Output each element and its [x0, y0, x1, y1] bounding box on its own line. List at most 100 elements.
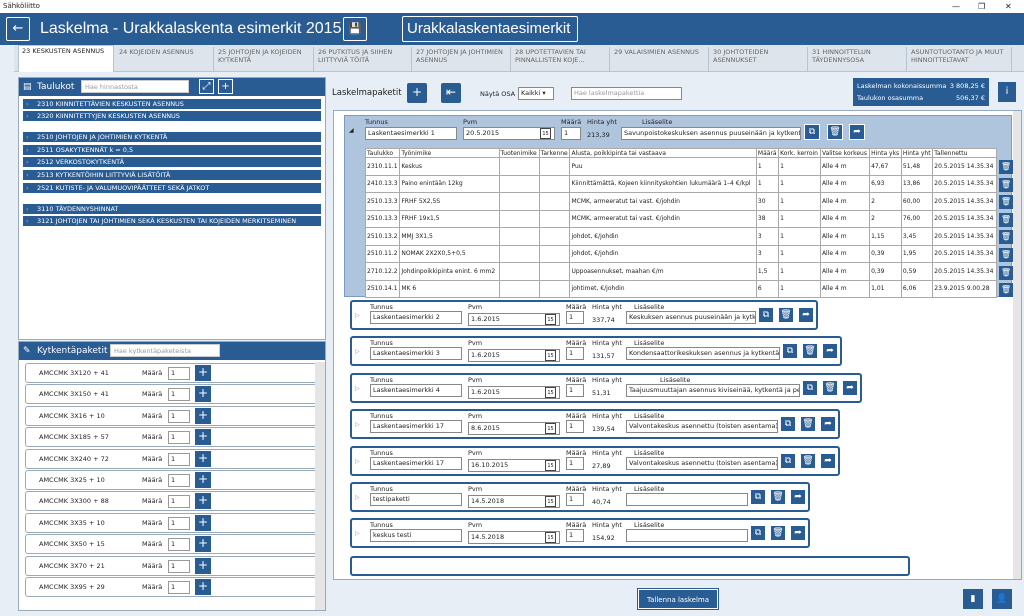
table-cell[interactable] — [538, 227, 571, 246]
table-cell[interactable] — [538, 279, 571, 298]
add-kit-icon[interactable]: + — [195, 579, 211, 595]
tab-30[interactable]: 30 JOHTOTEIDEN ASENNUKSET — [710, 47, 808, 71]
lisaselite-input[interactable]: Kondensaattorikeskuksen asennus ja kytke… — [626, 347, 780, 360]
add-kit-icon[interactable]: + — [195, 429, 211, 446]
tree-item-3110[interactable]: › 3110 TÄYDENNYSHINNAT — [23, 204, 321, 214]
add-taulukko-button[interactable]: + — [218, 79, 233, 94]
add-package-button[interactable]: + — [407, 83, 427, 103]
add-kit-icon[interactable]: + — [195, 472, 211, 488]
delete-icon[interactable]: 🗑 — [800, 453, 816, 469]
row-delete-icon[interactable]: 🗑 — [999, 265, 1013, 280]
table-cell[interactable]: 1 — [778, 262, 821, 281]
lisaselite-input[interactable] — [626, 493, 748, 506]
kit-qty-input[interactable]: 1 — [168, 516, 190, 530]
kit-row[interactable]: AMCCMK 3X240 + 72 Määrä 1 + — [25, 448, 317, 469]
table-cell[interactable] — [538, 262, 571, 281]
kit-qty-input[interactable]: 1 — [168, 559, 190, 573]
tree-item-2510[interactable]: › 2510 JOHTOJEN JA JOHTIMIEN KYTKENTÄ — [23, 132, 321, 142]
table-cell[interactable]: Alle 4 m — [819, 192, 871, 211]
kit-qty-input[interactable]: 1 — [168, 495, 190, 509]
collapse-arrow-icon[interactable]: ◢ — [349, 126, 354, 136]
table-cell[interactable]: 1 — [755, 157, 780, 176]
table-cell[interactable]: MMJ 3X1,5 — [399, 227, 500, 246]
expand-arrow-icon[interactable]: ▷ — [355, 348, 360, 355]
kit-row[interactable]: AMCCMK 3X150 + 41 Määrä 1 + — [25, 384, 317, 405]
row-delete-icon[interactable]: 🗑 — [999, 230, 1013, 245]
save-calculation-button[interactable]: Tallenna laskelma — [637, 588, 719, 610]
expand-arrow-icon[interactable]: ▷ — [355, 421, 360, 428]
expand-icon[interactable]: ⤢ — [199, 79, 214, 94]
table-cell[interactable]: 1 — [778, 209, 821, 228]
table-cell[interactable] — [538, 209, 571, 228]
delete-icon[interactable]: 🗑 — [802, 343, 818, 359]
table-cell[interactable] — [538, 192, 571, 211]
add-kit-icon[interactable]: + — [195, 493, 211, 510]
table-cell[interactable]: Alle 4 m — [819, 209, 871, 228]
row-delete-icon[interactable]: 🗑 — [999, 177, 1013, 192]
minimize-icon[interactable]: — — [952, 0, 960, 13]
calendar-icon[interactable]: 15 — [545, 387, 556, 398]
kit-row[interactable]: AMCCMK 3X35 + 10 Määrä 1 + — [25, 512, 317, 533]
kit-qty-input[interactable]: 1 — [168, 409, 190, 423]
tab-25[interactable]: 25 JOHTOJEN JA KOJEIDEN KYTKENTÄ — [215, 47, 314, 71]
tree-item-2310[interactable]: › 2310 KIINNITETTÄVIEN KESKUSTEN ASENNUS — [23, 99, 321, 109]
table-cell[interactable]: johtimet, €/johdin — [569, 279, 757, 298]
lisaselite-input[interactable]: Valvontakeskus asennettu (toisten asenta… — [626, 420, 778, 433]
user-icon[interactable]: 👤 — [992, 589, 1012, 609]
add-kit-icon[interactable]: + — [195, 557, 211, 574]
table-cell[interactable] — [538, 174, 571, 193]
lisaselite-input[interactable]: Valvontakeskus asennettu (toisten asenta… — [626, 457, 778, 470]
table-cell[interactable] — [498, 157, 540, 176]
maara-input[interactable]: 1 — [566, 347, 584, 360]
tab-26[interactable]: 26 PUTKITUS JA SIIHEN LIITTYVIÄ TÖITÄ — [315, 47, 412, 71]
back-button[interactable]: ← — [6, 17, 30, 41]
main-scrollbar[interactable] — [1013, 111, 1021, 579]
lisaselite-input[interactable]: Taajuusmuuttajan asennus kiviseinää, kyt… — [626, 384, 800, 397]
calendar-icon[interactable]: 15 — [545, 314, 556, 325]
export-icon[interactable]: ➦ — [790, 489, 806, 505]
table-cell[interactable]: 6 — [755, 279, 780, 298]
export-icon[interactable]: ➦ — [822, 343, 838, 359]
copy-icon[interactable]: ⧉ — [758, 307, 774, 323]
table-cell[interactable]: FRHF 19x1,5 — [399, 209, 500, 228]
kit-qty-input[interactable]: 1 — [168, 538, 190, 552]
add-kit-icon[interactable]: + — [195, 407, 211, 424]
table-cell[interactable]: Alle 4 m — [819, 227, 871, 246]
kit-qty-input[interactable]: 1 — [168, 431, 190, 445]
table-cell[interactable]: Johdinpoikkipinta enint. 6 mm2 — [399, 262, 500, 281]
table-cell[interactable]: 1 — [778, 192, 821, 211]
kit-row[interactable]: AMCCMK 3X185 + 57 Määrä 1 + — [25, 427, 317, 448]
kit-qty-input[interactable]: 1 — [168, 474, 190, 487]
table-cell[interactable] — [498, 279, 540, 298]
table-cell[interactable]: 1 — [778, 227, 821, 246]
table-cell[interactable]: johdot, €/johdin — [569, 244, 757, 263]
table-cell[interactable] — [498, 192, 540, 211]
maara-input[interactable]: 1 — [561, 127, 581, 140]
table-cell[interactable] — [498, 209, 540, 228]
table-cell[interactable]: FRHF 5X2,5S — [399, 192, 500, 211]
kit-qty-input[interactable]: 1 — [168, 367, 190, 380]
kit-qty-input[interactable]: 1 — [168, 581, 190, 594]
copy-icon[interactable]: ⧉ — [750, 489, 766, 505]
copy-icon[interactable]: ⧉ — [802, 380, 818, 396]
tunnus-input[interactable]: Laskentaesimerkki 17 — [370, 420, 462, 433]
save-button[interactable]: 💾 — [343, 17, 367, 41]
table-cell[interactable]: 1 — [778, 174, 821, 193]
table-cell[interactable]: 30 — [755, 192, 780, 211]
table-cell[interactable]: 1,5 — [755, 262, 780, 281]
kit-scrollbar[interactable] — [315, 362, 325, 610]
copy-icon[interactable]: ⧉ — [780, 453, 796, 469]
add-kit-icon[interactable]: + — [195, 450, 211, 467]
expand-arrow-icon[interactable]: ▷ — [355, 312, 360, 319]
table-cell[interactable]: Alle 4 m — [819, 279, 871, 298]
maara-input[interactable]: 1 — [566, 529, 584, 542]
expand-arrow-icon[interactable]: ▷ — [355, 494, 360, 501]
table-cell[interactable]: NOMAK 2X2X0,5+0,5 — [399, 244, 500, 263]
table-cell[interactable]: 1 — [778, 279, 821, 298]
info-button[interactable]: i — [998, 82, 1016, 102]
tree-item-2512[interactable]: › 2512 VERKOSTOKYTKENTÄ — [23, 157, 321, 167]
tab-asuntotuotanto[interactable]: ASUNTOTUOTANTO JA MUUT HINNOITTELTAVAT — [908, 47, 1012, 71]
table-cell[interactable] — [538, 244, 571, 263]
tunnus-input[interactable]: Laskentaesimerkki 17 — [370, 457, 462, 470]
tab-27[interactable]: 27 JOHTOJEN JA JOHTIMIEN ASENNUS — [413, 47, 511, 71]
